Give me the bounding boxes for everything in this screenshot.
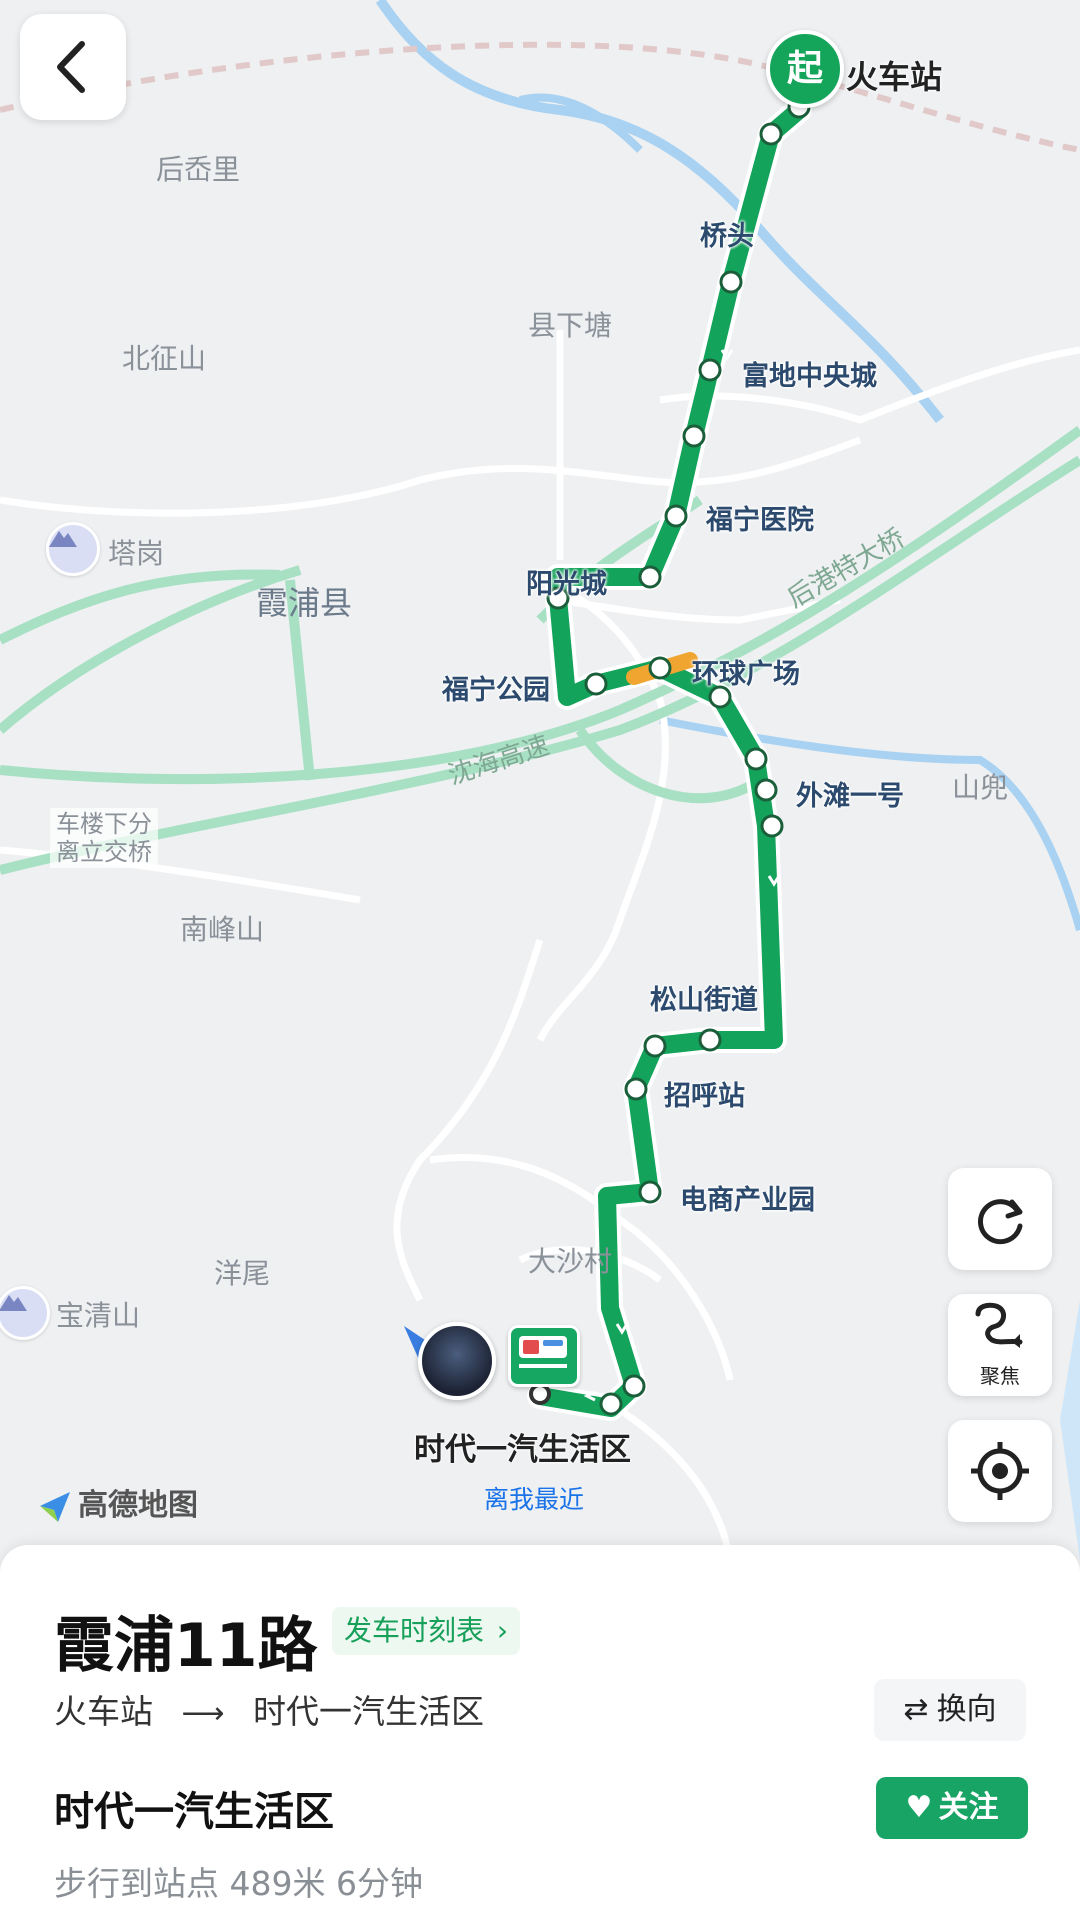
place-label: 后岙里 (156, 153, 241, 186)
heart-icon: ♥ (905, 1790, 933, 1825)
timetable-button[interactable]: 发车时刻表 › (332, 1607, 521, 1655)
route-title: 霞浦11路 (54, 1611, 318, 1681)
river-lower (659, 716, 1080, 932)
stop-label[interactable]: 松山街道 (650, 978, 758, 1017)
amap-logo-text: 高德地图 (78, 1488, 198, 1523)
swap-icon: ⇄ (903, 1692, 929, 1727)
end-stop-label[interactable]: 时代一汽生活区 (414, 1424, 631, 1469)
start-stop-label: 火车站 (846, 58, 943, 96)
chevron-right-icon: › (496, 1614, 509, 1647)
focus-button[interactable]: 聚焦 (948, 1294, 1052, 1396)
follow-button[interactable]: ♥ 关注 (876, 1777, 1028, 1839)
nearest-tag: 离我最近 (484, 1485, 585, 1514)
end-stop-dot (529, 1383, 551, 1405)
stop-label[interactable]: 福宁公园 (442, 668, 550, 707)
stop-label[interactable]: 外滩一号 (796, 774, 904, 813)
stop-label[interactable]: 桥头 (700, 214, 754, 253)
place-label: 宝清山 (56, 1299, 141, 1332)
stop-label[interactable]: 福宁医院 (706, 498, 814, 537)
place-label: 南峰山 (180, 913, 265, 946)
locate-button[interactable] (948, 1420, 1052, 1522)
bus-stop-icon[interactable] (508, 1325, 580, 1387)
chevron-left-icon (57, 41, 85, 93)
mountain-icon (46, 522, 100, 576)
amap-logo: 高德地图 (38, 1480, 198, 1524)
place-label: 北征山 (122, 342, 207, 375)
stop-label[interactable]: 环球广场 (692, 652, 800, 691)
arrow-right-icon: ⟶ (181, 1696, 225, 1731)
place-label: 大沙村 (528, 1245, 613, 1278)
reverse-label: 换向 (936, 1692, 997, 1727)
stop-label[interactable]: 阳光城 (526, 562, 607, 601)
reverse-direction-button[interactable]: ⇄ 换向 (874, 1679, 1026, 1741)
route-direction: 火车站 ⟶ 时代一汽生活区 (54, 1685, 484, 1733)
user-avatar (418, 1322, 496, 1400)
amap-logo-icon (38, 1490, 72, 1524)
back-button[interactable] (20, 14, 126, 120)
route-info-sheet: 霞浦11路 发车时刻表 › 火车站 ⟶ 时代一汽生活区 ⇄ 换向 时代一汽生活区 … (0, 1545, 1080, 1920)
highways (0, 425, 1080, 875)
current-stop-name: 时代一汽生活区 (54, 1789, 334, 1835)
locate-icon (971, 1442, 1029, 1500)
place-label: 县下塘 (528, 309, 613, 342)
walk-info: 步行到站点 489米 6分钟 (54, 1864, 423, 1903)
follow-label: 关注 (938, 1790, 999, 1825)
place-label: 山兜 (952, 771, 1009, 804)
interchange-label: 车楼下分 离立交桥 (50, 808, 158, 868)
place-label: 洋尾 (214, 1257, 271, 1290)
direction-to: 时代一汽生活区 (253, 1692, 485, 1731)
start-badge: 起 (766, 30, 844, 108)
direction-from: 火车站 (54, 1692, 153, 1731)
map-view[interactable]: 后岙里 县下塘 北征山 塔岗 霞浦县 车楼下分 离立交桥 南峰山 洋尾 宝清山 … (0, 0, 1080, 1560)
stop-label[interactable]: 招呼站 (664, 1074, 745, 1113)
stop-label[interactable]: 富地中央城 (742, 354, 877, 393)
route-focus-icon (975, 1302, 1023, 1348)
interchange-label-line2: 离立交桥 (56, 838, 152, 866)
refresh-icon (978, 1199, 1023, 1245)
refresh-button[interactable] (948, 1168, 1052, 1270)
interchange-label-line1: 车楼下分 (56, 810, 152, 838)
place-label: 塔岗 (108, 537, 165, 570)
county-label: 霞浦县 (256, 584, 353, 622)
coast (1060, 1300, 1080, 1560)
focus-label: 聚焦 (980, 1364, 1020, 1388)
stop-label[interactable]: 电商产业园 (680, 1178, 815, 1217)
timetable-label: 发车时刻表 (344, 1614, 485, 1647)
